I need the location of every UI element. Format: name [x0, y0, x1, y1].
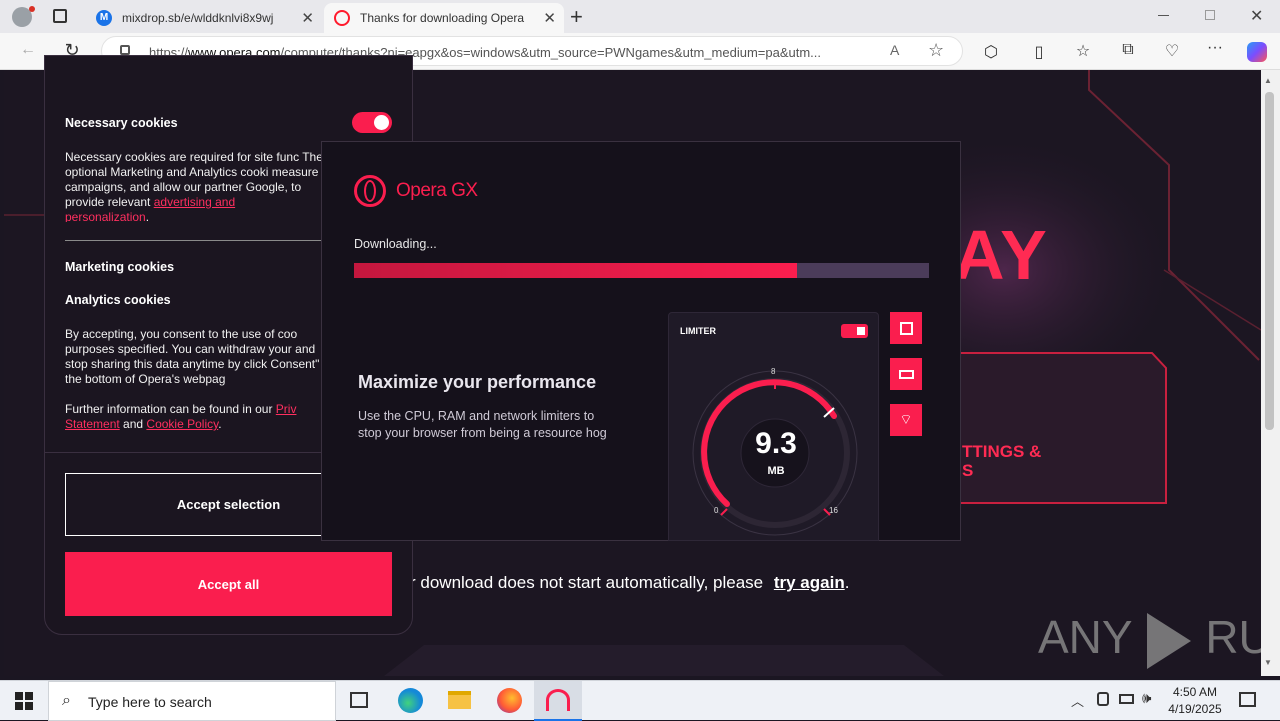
- ethernet-tray-icon[interactable]: [1119, 694, 1134, 704]
- privacy-statement-link[interactable]: Statement: [65, 417, 120, 431]
- network-tray-icon[interactable]: [1097, 692, 1109, 706]
- necessary-cookies-toggle[interactable]: [352, 112, 392, 133]
- extensions-icon[interactable]: ⬡: [979, 42, 1003, 62]
- close-tab-icon[interactable]: ✕: [301, 9, 314, 27]
- tab-opera-thanks[interactable]: Thanks for downloading Opera ✕: [324, 3, 564, 33]
- copilot-icon[interactable]: [1247, 42, 1267, 62]
- collections-icon[interactable]: ⧉: [1116, 41, 1140, 59]
- taskbar-search-box[interactable]: ⌕ Type here to search: [48, 681, 336, 721]
- download-progress-fill: [354, 263, 797, 278]
- performance-headline: Maximize your performance: [358, 372, 597, 392]
- gauge-min-label: 0: [714, 506, 719, 515]
- background-settings-text: TTINGS & S: [962, 442, 1042, 480]
- opera-gx-brand: Opera GX: [396, 180, 478, 201]
- necessary-cookies-text: Necessary cookies are required for site …: [65, 150, 323, 222]
- scrollbar-thumb[interactable]: [1265, 92, 1274, 430]
- limiter-toggle[interactable]: [841, 324, 868, 338]
- tab-title: mixdrop.sb/e/wlddknlvi8x9wj: [122, 11, 274, 25]
- analytics-cookies-title[interactable]: Analytics cookies: [65, 293, 171, 307]
- show-hidden-icons-chevron-icon[interactable]: ︿: [1071, 691, 1084, 710]
- tab-strip: M mixdrop.sb/e/wlddknlvi8x9wj ✕ Thanks f…: [0, 0, 1280, 33]
- minimize-icon[interactable]: [1158, 15, 1169, 16]
- play-logo-icon: [1146, 612, 1191, 669]
- profile-notification-dot: [29, 6, 35, 12]
- clock-date: 4/19/2025: [1168, 702, 1222, 716]
- gauge-value: 9.3: [755, 427, 797, 460]
- network-limiter-button[interactable]: ⌔: [890, 404, 922, 436]
- new-tab-plus-icon[interactable]: +: [570, 4, 583, 30]
- advertising-link[interactable]: advertising and: [154, 195, 235, 209]
- windows-start-icon[interactable]: [15, 692, 33, 710]
- background-headline: AY: [954, 216, 1049, 294]
- more-menu-icon[interactable]: ···: [1203, 39, 1227, 57]
- performance-icon[interactable]: ♡: [1160, 41, 1184, 61]
- firefox-icon[interactable]: [497, 688, 522, 713]
- tab-title: Thanks for downloading Opera: [360, 11, 525, 25]
- cpu-chip-icon: [899, 321, 913, 335]
- wifi-icon: ⌔: [899, 411, 913, 427]
- back-icon[interactable]: ←: [16, 41, 40, 59]
- file-explorer-icon[interactable]: [448, 691, 471, 709]
- download-status: Downloading...: [354, 237, 437, 251]
- task-view-icon[interactable]: [350, 692, 368, 708]
- retry-message: r download does not start automatically,…: [410, 573, 850, 592]
- accept-all-button[interactable]: Accept all: [65, 552, 392, 616]
- anyrun-watermark: ANY RUN: [1038, 610, 1261, 669]
- search-placeholder: Type here to search: [88, 694, 212, 710]
- cpu-limiter-button[interactable]: [890, 312, 922, 344]
- opera-favicon-icon: [334, 10, 350, 26]
- search-icon: ⌕: [62, 692, 71, 709]
- clock[interactable]: 4:50 AM 4/19/2025: [1162, 684, 1228, 718]
- further-info-text: Further information can be found in our …: [65, 402, 297, 431]
- personalization-link[interactable]: personalization: [65, 210, 146, 222]
- consent-text: By accepting, you consent to the use of …: [65, 327, 333, 386]
- privacy-link[interactable]: Priv: [276, 402, 297, 416]
- close-tab-icon[interactable]: ✕: [543, 9, 556, 27]
- tab-mixdrop[interactable]: M mixdrop.sb/e/wlddknlvi8x9wj ✕: [86, 3, 322, 33]
- windows-taskbar: ⌕ Type here to search ︿ 🕪 4:50 AM 4/19/2…: [0, 680, 1280, 721]
- lock-icon[interactable]: [120, 45, 130, 55]
- try-again-link[interactable]: try again: [774, 573, 845, 592]
- cookie-policy-link[interactable]: Cookie Policy: [146, 417, 218, 431]
- download-dialog: Opera GX Downloading... Maximize your pe…: [321, 141, 961, 541]
- retry-text: r download does not start automatically,…: [410, 573, 764, 592]
- close-window-icon[interactable]: ✕: [1250, 6, 1263, 26]
- scroll-up-icon[interactable]: ▲: [1264, 76, 1272, 85]
- scroll-down-icon[interactable]: ▼: [1264, 658, 1272, 667]
- restore-icon[interactable]: [1205, 10, 1215, 20]
- split-screen-icon[interactable]: ▯: [1027, 42, 1051, 62]
- gauge-mid-label: 8: [771, 367, 776, 376]
- opera-gx-logo-icon: [354, 175, 386, 207]
- limiter-card: LIMITER 8 0 16 9.3 MB: [668, 312, 879, 541]
- gauge-unit: MB: [767, 465, 785, 477]
- marketing-cookies-title[interactable]: Marketing cookies: [65, 260, 174, 274]
- ram-icon: [898, 369, 914, 379]
- notifications-icon[interactable]: [1239, 692, 1256, 707]
- tab-actions-icon[interactable]: [53, 9, 67, 23]
- limiter-label: LIMITER: [680, 326, 716, 336]
- ram-limiter-button[interactable]: [890, 358, 922, 390]
- favorites-icon[interactable]: ☆: [1071, 41, 1095, 61]
- mixdrop-favicon-icon: M: [96, 10, 112, 26]
- favorite-star-icon[interactable]: ☆: [928, 40, 944, 61]
- edge-taskbar-icon[interactable]: [398, 688, 423, 713]
- volume-tray-icon[interactable]: 🕪: [1142, 690, 1151, 707]
- performance-subtext: Use the CPU, RAM and network limiters to…: [358, 409, 607, 440]
- necessary-cookies-title: Necessary cookies: [65, 116, 178, 130]
- opera-gx-installer-taskbar-icon[interactable]: [534, 681, 582, 721]
- divider: [65, 240, 365, 241]
- gauge-max-label: 16: [829, 506, 838, 515]
- clock-time: 4:50 AM: [1172, 685, 1218, 699]
- download-progress-bar: [354, 263, 929, 278]
- read-aloud-icon[interactable]: A: [890, 42, 899, 58]
